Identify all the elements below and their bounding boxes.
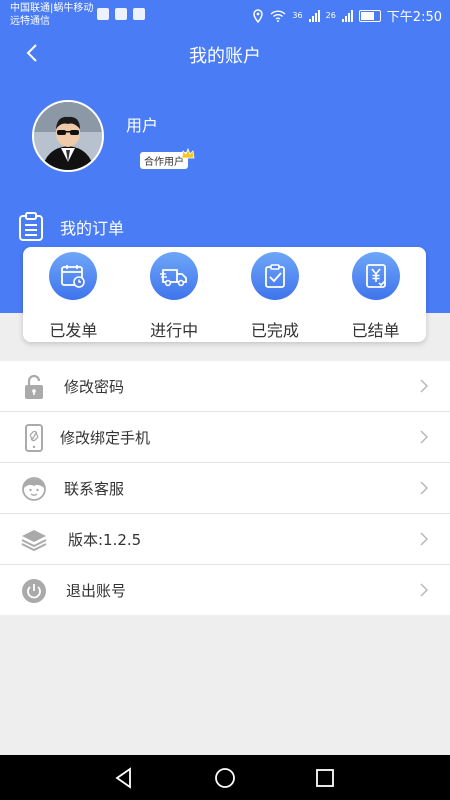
- chevron-right-icon: [420, 583, 428, 597]
- carrier-line-2: 远特通信: [10, 16, 50, 27]
- carrier-info: 中国联通|蜗牛移动 远特通信: [10, 2, 93, 28]
- customer-service-icon: [20, 475, 48, 503]
- order-label: 进行中: [150, 321, 199, 340]
- order-status-settled[interactable]: 已结单: [325, 247, 426, 342]
- signal-icon: [341, 9, 353, 22]
- order-icon-circle: [49, 252, 98, 300]
- signal-icon: [308, 9, 320, 22]
- order-label: 已结单: [351, 321, 400, 340]
- calendar-clock-icon: [61, 265, 86, 288]
- menu-item-change-phone[interactable]: 修改绑定手机: [0, 412, 450, 463]
- wifi-icon: [270, 9, 286, 22]
- truck-icon: [160, 269, 188, 287]
- notification-icon: [115, 8, 127, 20]
- order-label: 已完成: [250, 321, 299, 340]
- orders-header: 我的订单: [18, 212, 124, 242]
- layers-icon: [20, 526, 48, 554]
- chevron-right-icon: [420, 532, 428, 546]
- order-status-sent[interactable]: 已发单: [23, 247, 124, 342]
- order-icon-circle: [150, 252, 199, 300]
- order-list-icon: [19, 212, 43, 241]
- carrier-line-1: 中国联通|蜗牛移动: [10, 3, 94, 14]
- settings-menu: 修改密码 修改绑定手机 联系客服 版本:1.2.5 退出账号: [0, 361, 450, 615]
- orders-card: 已发单 进行中 已完成 已结单: [23, 247, 426, 342]
- page-title: 我的账户: [189, 46, 261, 67]
- status-bar: 中国联通|蜗牛移动 远特通信 36 26 下午2:50: [0, 0, 450, 30]
- yen-document-icon: [365, 264, 386, 288]
- menu-label: 联系客服: [64, 480, 125, 498]
- recent-apps-icon[interactable]: [314, 767, 336, 789]
- menu-label: 修改密码: [64, 378, 125, 396]
- menu-label: 退出账号: [66, 582, 127, 600]
- system-navigation-bar: [0, 755, 450, 800]
- menu-item-change-password[interactable]: 修改密码: [0, 361, 450, 412]
- lock-icon: [20, 373, 48, 401]
- order-icon-circle: [250, 252, 299, 300]
- chevron-right-icon: [420, 481, 428, 495]
- menu-item-customer-service[interactable]: 联系客服: [0, 463, 450, 514]
- menu-label: 版本:1.2.5: [68, 531, 142, 549]
- network-type-2: 26: [325, 11, 336, 20]
- clipboard-check-icon: [264, 264, 285, 288]
- phone-link-icon: [20, 424, 48, 452]
- clock: 下午2:50: [386, 10, 442, 25]
- orders-title: 我的订单: [60, 219, 125, 238]
- notification-icon: [133, 8, 145, 20]
- nav-bar: 我的账户: [0, 30, 450, 76]
- status-indicators: 36 26 下午2:50: [252, 6, 442, 25]
- battery-icon: [358, 9, 381, 22]
- crown-icon: [181, 147, 195, 159]
- menu-item-logout[interactable]: 退出账号: [0, 565, 450, 615]
- location-icon: [253, 8, 264, 23]
- chevron-right-icon: [420, 430, 428, 444]
- notification-icon: [97, 8, 109, 20]
- chevron-right-icon: [420, 379, 428, 393]
- network-type-1: 36: [292, 11, 303, 20]
- order-icon-circle: [351, 252, 400, 300]
- order-status-in-progress[interactable]: 进行中: [124, 247, 225, 342]
- menu-label: 修改绑定手机: [60, 429, 151, 447]
- order-label: 已发单: [49, 321, 98, 340]
- avatar[interactable]: [32, 100, 104, 172]
- back-triangle-icon[interactable]: [113, 767, 135, 789]
- notification-icons: [97, 8, 145, 20]
- power-icon: [20, 577, 48, 605]
- home-circle-icon[interactable]: [214, 767, 236, 789]
- user-photo-icon: [34, 102, 102, 170]
- order-status-completed[interactable]: 已完成: [225, 247, 326, 342]
- menu-item-version[interactable]: 版本:1.2.5: [0, 514, 450, 565]
- user-name: 用户: [126, 116, 159, 135]
